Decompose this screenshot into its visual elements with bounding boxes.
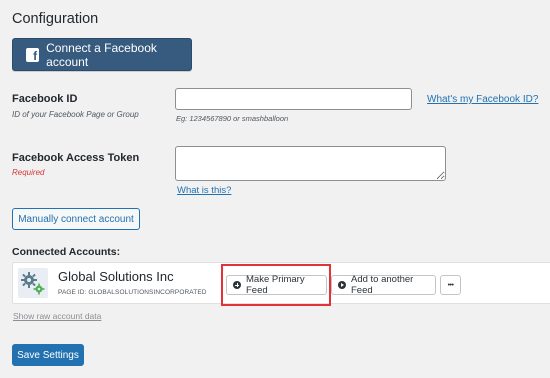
make-primary-feed-label: Make Primary Feed (246, 274, 305, 296)
plus-circle-icon (233, 281, 241, 289)
facebook-id-label: Facebook ID (12, 93, 78, 105)
what-is-this-link[interactable]: What is this? (177, 185, 231, 196)
arrow-circle-icon (338, 281, 346, 289)
account-page-id: PAGE ID: GLOBALSOLUTIONSINCORPORATED (58, 289, 207, 296)
more-options-button[interactable]: ••• (440, 275, 461, 295)
make-primary-feed-button[interactable]: Make Primary Feed (226, 274, 327, 296)
avatar (18, 268, 48, 298)
whats-my-facebook-id-link[interactable]: What's my Facebook ID? (427, 94, 538, 105)
access-token-required: Required (12, 168, 45, 177)
facebook-id-hint: Eg: 1234567890 or smashballoon (176, 114, 289, 123)
add-to-another-feed-button[interactable]: Add to another Feed (331, 274, 436, 296)
facebook-id-input[interactable] (175, 88, 412, 110)
connected-accounts-heading: Connected Accounts: (12, 246, 121, 258)
connect-facebook-button[interactable]: f Connect a Facebook account (12, 38, 192, 71)
account-name: Global Solutions Inc (58, 269, 174, 284)
add-to-another-feed-label: Add to another Feed (351, 274, 414, 296)
section-title: Configuration (12, 11, 99, 27)
gears-icon (21, 272, 45, 295)
ellipsis-icon: ••• (447, 281, 454, 289)
manually-connect-button[interactable]: Manually connect account (12, 208, 140, 230)
connect-facebook-label: Connect a Facebook account (46, 40, 157, 69)
access-token-label: Facebook Access Token (12, 152, 140, 164)
facebook-icon: f (26, 47, 40, 62)
access-token-textarea[interactable] (175, 146, 446, 181)
show-raw-account-data-link[interactable]: Show raw account data (13, 311, 101, 321)
save-settings-button[interactable]: Save Settings (12, 344, 84, 366)
facebook-id-description: ID of your Facebook Page or Group (12, 110, 139, 119)
